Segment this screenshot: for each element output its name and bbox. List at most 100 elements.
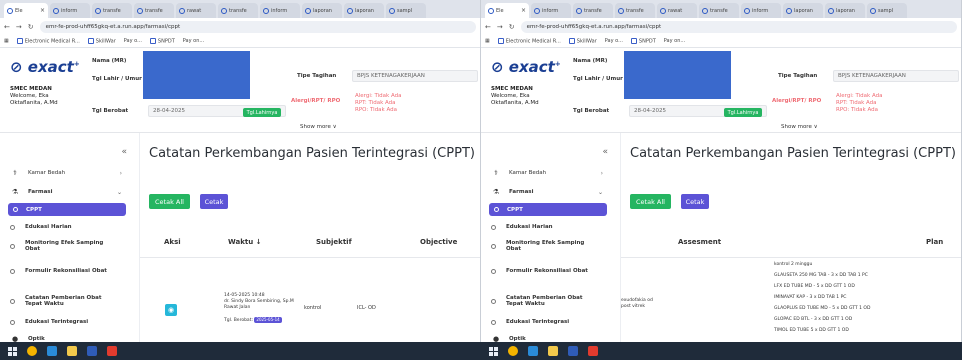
- browser-tab[interactable]: inform: [531, 3, 571, 18]
- view-eye-icon[interactable]: ◉: [165, 304, 177, 316]
- browser-tab[interactable]: laporan: [344, 3, 384, 18]
- column-waktu[interactable]: Waktu ↓: [228, 238, 261, 246]
- back-icon[interactable]: ←: [485, 23, 491, 31]
- bookmark-item[interactable]: SkillWar: [87, 37, 116, 44]
- tab-favicon-icon: [870, 7, 876, 14]
- bookmark-item[interactable]: SNPDT: [149, 37, 175, 44]
- browser-tab[interactable]: sampl: [867, 3, 907, 18]
- pdf-icon[interactable]: [588, 346, 598, 356]
- forward-icon[interactable]: →: [16, 23, 22, 31]
- cetak-label: Cetak: [685, 197, 705, 206]
- user-name: Oktaflanita, A.Md: [491, 100, 539, 106]
- waktu-cell: 14-05-2025 10:48 dr. Sindy Bora Sembirin…: [224, 293, 294, 324]
- chrome-icon[interactable]: [508, 346, 518, 356]
- reload-icon[interactable]: ↻: [509, 23, 515, 31]
- sidebar-item-pemberian-obat[interactable]: Catatan Pemberian Obat Tepat Waktu: [10, 295, 122, 307]
- bookmark-item[interactable]: SkillWar: [568, 37, 597, 44]
- sidebar-item-kamar-bedah[interactable]: ⚕ Kamar Bedah ›: [491, 169, 603, 177]
- waktu-type: Rawat Jalan: [224, 305, 251, 310]
- browser-tab[interactable]: transfe: [134, 3, 174, 18]
- collapse-sidebar-icon[interactable]: «: [121, 147, 127, 157]
- bookmark-item[interactable]: Pay on...: [664, 38, 685, 44]
- show-more-link[interactable]: Show more ∨: [781, 124, 818, 130]
- windows-start-icon[interactable]: [8, 346, 17, 356]
- url-input[interactable]: emr-fe-prod-uhff65gkq-et.a.run.app/farma…: [39, 20, 476, 33]
- cetak-all-button[interactable]: Cetak All: [630, 194, 671, 209]
- word-icon[interactable]: [87, 346, 97, 356]
- sidebar-item-cppt[interactable]: CPPT: [8, 203, 126, 216]
- browser-tab[interactable]: transfe: [573, 3, 613, 18]
- cetak-button[interactable]: Cetak: [681, 194, 709, 209]
- browser-tab[interactable]: transfe: [218, 3, 258, 18]
- collapse-sidebar-icon[interactable]: «: [602, 147, 608, 157]
- browser-tab[interactable]: laporan: [783, 3, 823, 18]
- browser-tab[interactable]: inform: [741, 3, 781, 18]
- file-explorer-icon[interactable]: [67, 346, 77, 356]
- word-icon[interactable]: [568, 346, 578, 356]
- sidebar-item-optik[interactable]: ● Optik: [10, 335, 122, 342]
- close-icon[interactable]: ×: [521, 7, 526, 14]
- bookmark-item[interactable]: Electronic Medical R...: [497, 37, 561, 44]
- back-icon[interactable]: ←: [4, 23, 10, 31]
- tab-favicon-icon: [576, 7, 582, 14]
- sidebar-item-optik[interactable]: ● Optik: [491, 335, 603, 342]
- sidebar-item-farmasi[interactable]: ⚗ Farmasi ⌄: [491, 188, 603, 196]
- bookmark-item[interactable]: SNPDT: [630, 37, 656, 44]
- sidebar-item-edukasi-terintegrasi[interactable]: Edukasi Terintegrasi: [10, 319, 122, 325]
- file-explorer-icon[interactable]: [548, 346, 558, 356]
- tgl-lahirnya-button[interactable]: Tgl.Lahirnya: [724, 108, 762, 117]
- bookmark-item[interactable]: Pay o...: [605, 38, 623, 44]
- apps-grid-icon[interactable]: ▦: [485, 38, 490, 44]
- app-icon[interactable]: [47, 346, 57, 356]
- sidebar-item-rekonsiliasi[interactable]: Formulir Rekonsiliasi Obat: [10, 268, 122, 274]
- cetak-all-button[interactable]: Cetak All: [149, 194, 190, 209]
- circle-icon: [491, 243, 496, 249]
- bookmark-item[interactable]: Electronic Medical R...: [16, 37, 80, 44]
- logo-text: exact: [508, 58, 555, 76]
- forward-icon[interactable]: →: [497, 23, 503, 31]
- sidebar-item-kamar-bedah[interactable]: ⚕ Kamar Bedah ›: [10, 169, 122, 177]
- app-icon[interactable]: [528, 346, 538, 356]
- sidebar-item-pemberian-obat[interactable]: Catatan Pemberian Obat Tepat Waktu: [491, 295, 603, 307]
- pdf-icon[interactable]: [107, 346, 117, 356]
- column-subjektif: Subjektif: [316, 238, 352, 246]
- sidebar-item-edukasi-terintegrasi[interactable]: Edukasi Terintegrasi: [491, 319, 603, 325]
- browser-tab[interactable]: transfe: [699, 3, 739, 18]
- tgl-berobat-badge: 2025-05-14: [254, 317, 282, 323]
- browser-tab[interactable]: inform: [260, 3, 300, 18]
- chevron-right-icon: ›: [119, 169, 122, 177]
- sidebar-item-rekonsiliasi[interactable]: Formulir Rekonsiliasi Obat: [491, 268, 603, 274]
- windows-start-icon[interactable]: [489, 346, 498, 356]
- sidebar-item-monitoring[interactable]: Monitoring Efek Samping Obat: [10, 240, 122, 252]
- chrome-icon[interactable]: [27, 346, 37, 356]
- reload-icon[interactable]: ↻: [28, 23, 34, 31]
- browser-tab[interactable]: inform: [50, 3, 90, 18]
- browser-tab[interactable]: transfe: [92, 3, 132, 18]
- browser-tab[interactable]: sampl: [386, 3, 426, 18]
- close-icon[interactable]: ×: [40, 7, 45, 14]
- show-more-link[interactable]: Show more ∨: [300, 124, 337, 130]
- sidebar-item-edukasi-harian[interactable]: Edukasi Harian: [10, 224, 122, 230]
- url-input[interactable]: emr-fe-prod-uhff65gkq-et.a.run.app/farma…: [520, 20, 957, 33]
- sidebar-item-monitoring[interactable]: Monitoring Efek Samping Obat: [491, 240, 603, 252]
- browser-tab[interactable]: rawat: [657, 3, 697, 18]
- sidebar-item-farmasi[interactable]: ⚗ Farmasi ⌄: [10, 188, 122, 196]
- tgl-berobat-value: 28-04-2025: [153, 108, 185, 114]
- address-bar-row: ← → ↻ emr-fe-prod-uhff65gkq-et.a.run.app…: [481, 18, 961, 35]
- circle-icon: [491, 319, 496, 325]
- bookmark-item[interactable]: Pay on...: [183, 38, 204, 44]
- browser-tab-active[interactable]: Ele ×: [485, 3, 529, 18]
- browser-tab[interactable]: laporan: [825, 3, 865, 18]
- browser-tab-active[interactable]: Ele ×: [4, 3, 48, 18]
- apps-grid-icon[interactable]: ▦: [4, 38, 9, 44]
- browser-tab[interactable]: rawat: [176, 3, 216, 18]
- sidebar-item-edukasi-harian[interactable]: Edukasi Harian: [491, 224, 603, 230]
- tgl-lahirnya-button[interactable]: Tgl.Lahirnya: [243, 108, 281, 117]
- sidebar-item-cppt[interactable]: CPPT: [489, 203, 607, 216]
- browser-tab[interactable]: laporan: [302, 3, 342, 18]
- browser-tab[interactable]: transfe: [615, 3, 655, 18]
- bookmark-item[interactable]: Pay o...: [124, 38, 142, 44]
- patient-header: ⊘ exact+ SMEC MEDAN Welcome, Eka Oktafla…: [0, 48, 480, 133]
- cetak-button[interactable]: Cetak: [200, 194, 228, 209]
- bookmark-label: Pay on...: [182, 38, 205, 44]
